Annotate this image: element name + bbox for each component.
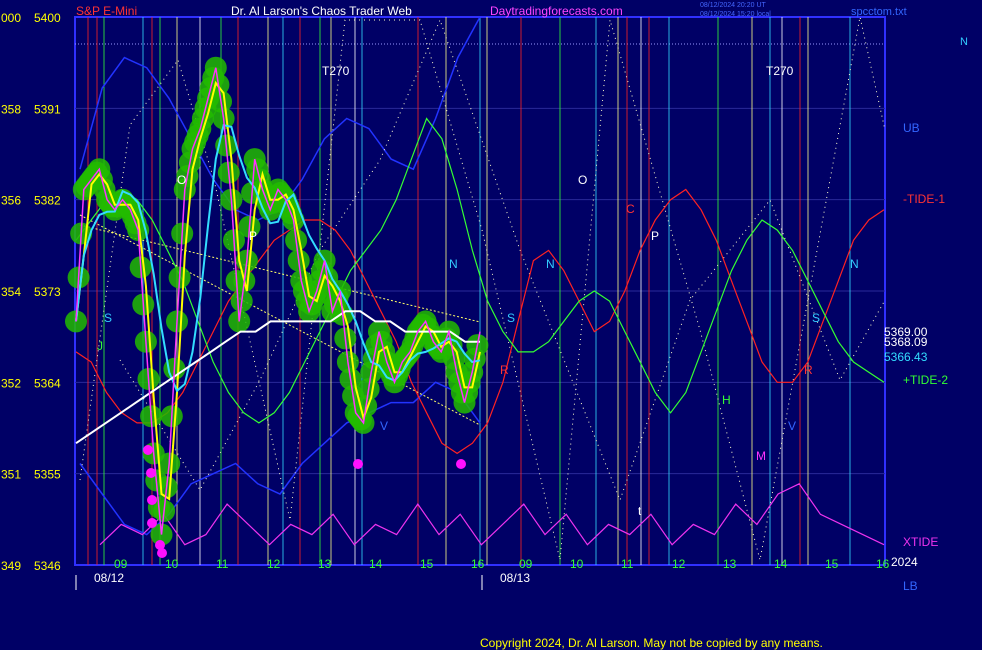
turn-point-dot [143, 445, 153, 455]
turn-point-dot [147, 518, 157, 528]
event-marker: N [546, 257, 555, 271]
y-tick-price: 5391 [34, 102, 61, 116]
x-tick-hour-day1: 14 [369, 557, 383, 571]
y-tick-left: 354 [1, 285, 21, 299]
avg-price-label: 5366.43 [884, 350, 928, 364]
x-date-day2: 08/13 [500, 571, 530, 585]
x-tick-hour-day2: 12 [672, 557, 686, 571]
event-marker: R [500, 363, 509, 377]
x-tick-hour-day2: 14 [774, 557, 788, 571]
x-tick-hour-day2: 15 [825, 557, 839, 571]
event-marker: H [722, 393, 731, 407]
y-tick-left: 358 [1, 102, 21, 116]
corner-n-marker: N [960, 36, 968, 48]
turn-point-dot [353, 459, 363, 469]
x-tick-hour-day1: 16 [471, 557, 485, 571]
y-tick-price: 5400 [34, 11, 61, 25]
y-tick-price: 5373 [34, 285, 61, 299]
event-marker: S [104, 311, 112, 325]
y-tick-left: 000 [1, 11, 21, 25]
event-marker: T270 [322, 64, 350, 78]
x-tick-hour-day2: 09 [519, 557, 533, 571]
event-marker: C [626, 202, 635, 216]
y-tick-left: 352 [1, 376, 21, 390]
y-tick-price: 5382 [34, 194, 61, 208]
event-marker: P [651, 229, 659, 243]
event-marker: T270 [766, 64, 794, 78]
y-tick-price: 5346 [34, 559, 61, 573]
turn-point-dot [456, 459, 466, 469]
copyright-notice: Copyright 2024, Dr. Al Larson. May not b… [480, 636, 823, 650]
lb-label: LB [903, 579, 918, 593]
x-tick-hour-day1: 11 [216, 557, 229, 571]
xtide-label: XTIDE [903, 535, 938, 549]
event-marker: S [812, 311, 820, 325]
mid-price-label: 5368.09 [884, 335, 928, 349]
x-tick-hour-day1: 10 [165, 557, 179, 571]
x-date-day1: 08/12 [94, 571, 124, 585]
tide1-label: -TIDE-1 [903, 192, 945, 206]
timestamp-local: 08/12/2024 15:20 local [700, 11, 771, 18]
y-tick-left: 351 [1, 468, 21, 482]
event-marker: N [850, 257, 859, 271]
event-marker: S [507, 311, 515, 325]
tide2-label: +TIDE-2 [903, 373, 948, 387]
x-tick-hour-day1: 15 [420, 557, 434, 571]
chaos-chart: T270 T270N N NS S SO OP PCHMtV VJR R S&P E-Mini D… [0, 0, 982, 650]
event-marker: M [756, 449, 766, 463]
event-marker: J [97, 339, 103, 353]
chart-background [0, 0, 982, 650]
data-file-label: spcctom.txt [851, 6, 907, 18]
turn-point-dot [147, 495, 157, 505]
turn-point-dot [146, 468, 156, 478]
year-label: 2024 [891, 555, 918, 569]
event-marker: P [249, 229, 257, 243]
event-marker: R [804, 363, 813, 377]
event-marker: O [177, 173, 186, 187]
x-tick-hour-day1: 13 [318, 557, 332, 571]
y-tick-left: 356 [1, 194, 21, 208]
x-tick-hour-day2: 13 [723, 557, 737, 571]
y-tick-price: 5364 [34, 376, 61, 390]
y-tick-price: 5355 [34, 468, 61, 482]
x-tick-hour-day2: 16 [876, 557, 890, 571]
x-tick-hour-day1: 09 [114, 557, 128, 571]
x-tick-hour-day1: 12 [267, 557, 281, 571]
event-marker: N [449, 257, 458, 271]
chart-title: Dr. Al Larson's Chaos Trader Web [231, 4, 412, 18]
event-marker: V [788, 419, 796, 433]
x-tick-hour-day2: 11 [621, 557, 634, 571]
website-link[interactable]: Daytradingforecasts.com [490, 4, 623, 18]
y-tick-left: 349 [1, 559, 21, 573]
x-tick-hour-day2: 10 [570, 557, 584, 571]
instrument-label: S&P E-Mini [76, 4, 137, 18]
event-marker: O [578, 173, 587, 187]
ub-label: UB [903, 121, 920, 135]
timestamp-ut: 08/12/2024 20:20 UT [700, 2, 766, 9]
event-marker: V [380, 419, 388, 433]
